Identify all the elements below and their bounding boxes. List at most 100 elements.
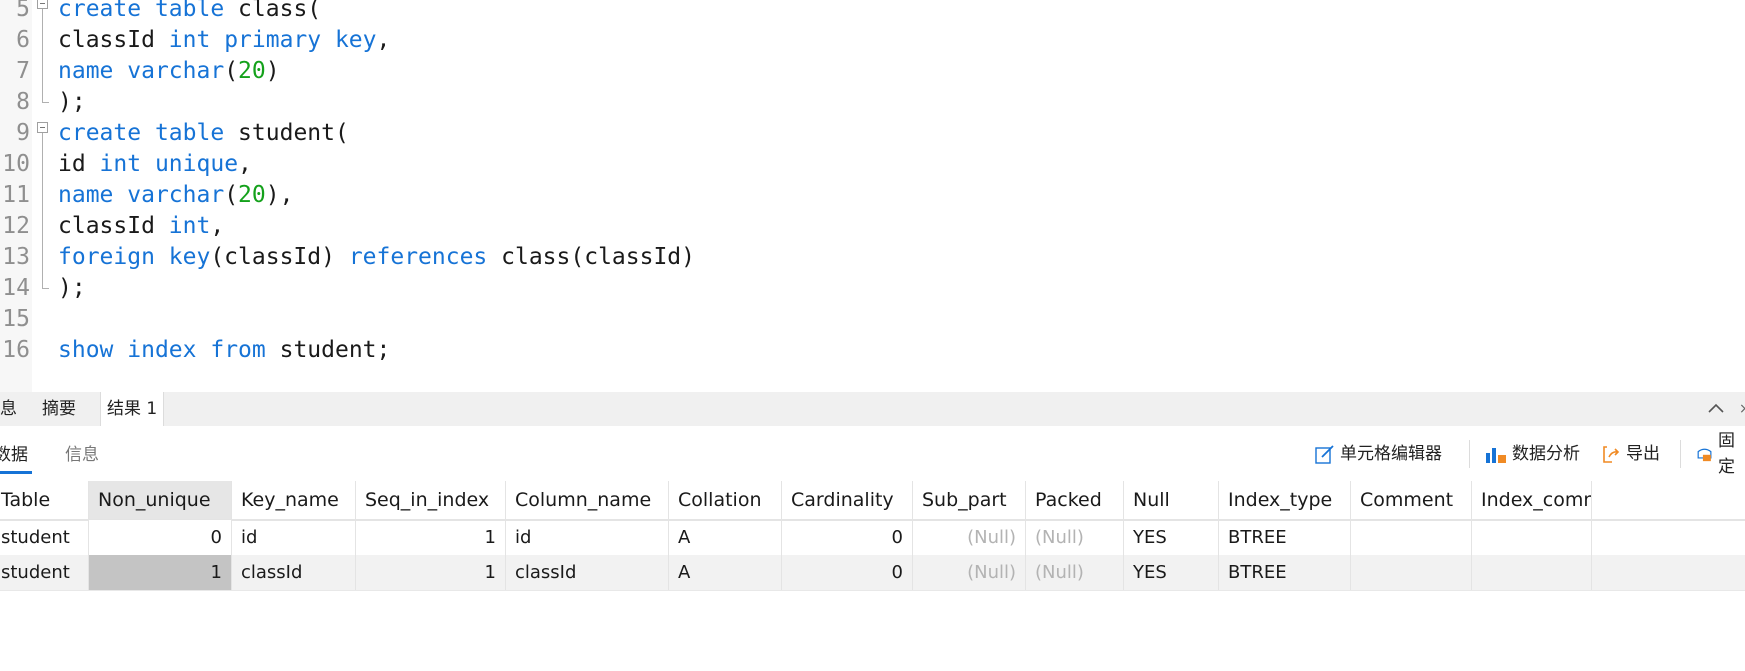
tab-info-panel[interactable]: 信息 [65,440,99,465]
sql-text: classId [58,27,169,53]
sql-text: (classId) [210,244,349,270]
column-header-table[interactable]: Table [0,481,89,519]
table-cell[interactable]: student [0,555,89,590]
sql-keyword: foreign key [58,244,211,270]
table-cell[interactable]: 1 [356,520,506,555]
table-cell[interactable]: student [0,520,89,555]
table-cell[interactable]: YES [1124,520,1219,555]
column-header-seq-in-index[interactable]: Seq_in_index [356,481,506,519]
sql-keyword: create [58,120,142,146]
table-cell[interactable]: classId [506,555,669,590]
code-text: name varchar(20) [58,56,280,87]
fold-guide [37,211,48,242]
fold-toggle-icon[interactable] [37,118,48,149]
table-cell[interactable]: classId [232,555,356,590]
table-cell[interactable]: id [506,520,669,555]
code-line[interactable]: 10 id int unique, [0,149,1745,180]
export-button[interactable]: 导出 [1600,441,1660,467]
sql-text: id [58,151,100,177]
table-row[interactable]: student 0 id 1 id A 0 (Null) (Null) YES BTREE [0,520,1745,556]
table-cell[interactable]: 0 [89,520,232,555]
code-line[interactable]: 15 [0,304,1745,335]
table-cell[interactable] [1351,520,1472,555]
table-cell[interactable]: (Null) [913,555,1026,590]
column-header-comment[interactable]: Comment [1351,481,1472,519]
sql-text: , [210,213,225,239]
line-number: 7 [16,58,30,84]
column-header-non-unique[interactable]: Non_unique [89,481,232,519]
column-header-null[interactable]: Null [1124,481,1219,519]
table-row[interactable]: student 1 classId 1 classId A 0 (Null) (Null) YES… [0,555,1745,591]
sql-keyword: unique [154,151,239,177]
tab-data[interactable]: 数据 [0,440,28,465]
code-text: classId int, [58,211,224,242]
sql-keyword: table [154,120,225,146]
data-analysis-button[interactable]: 数据分析 [1484,441,1580,467]
sql-text: ( [224,182,239,208]
column-header-index-type[interactable]: Index_type [1219,481,1351,519]
code-line[interactable]: 12 classId int, [0,211,1745,242]
table-cell[interactable] [1472,555,1592,590]
cell-editor-button[interactable]: 单元格编辑器 [1314,441,1442,467]
code-line[interactable]: 16 show index from student; [0,335,1745,366]
fold-toggle-icon[interactable] [37,0,48,25]
sql-keyword: name [58,58,114,84]
column-header-sub-part[interactable]: Sub_part [913,481,1026,519]
table-cell[interactable]: BTREE [1219,555,1351,590]
table-cell[interactable]: 1 [356,555,506,590]
table-cell[interactable]: BTREE [1219,520,1351,555]
code-line[interactable]: 7 name varchar(20) [0,56,1745,87]
code-text: ); [58,273,86,304]
toolbar-divider [1680,440,1681,468]
table-cell[interactable]: (Null) [913,520,1026,555]
column-header-index-comment[interactable]: Index_comment [1472,481,1592,519]
close-icon[interactable]: × [1739,400,1745,418]
fold-guide [37,273,49,304]
code-line[interactable]: 6 classId int primary key, [0,25,1745,56]
chevron-up-icon[interactable] [1707,400,1725,418]
sql-keyword: name [58,182,114,208]
table-cell[interactable] [1351,555,1472,590]
result-grid[interactable]: Table Non_unique Key_name Seq_in_index Colum… [0,481,1745,671]
code-line[interactable]: 13 foreign key(classId) references class(… [0,242,1745,273]
table-cell[interactable] [1472,520,1592,555]
code-line[interactable]: 11 name varchar(20), [0,180,1745,211]
column-header-key-name[interactable]: Key_name [232,481,356,519]
tab-summary[interactable]: 摘要 [36,392,82,426]
table-cell[interactable]: YES [1124,555,1219,590]
pin-button[interactable]: 固定 [1695,431,1745,477]
sql-editor[interactable]: 5 create table class(6 classId int primary… [0,0,1745,392]
code-line[interactable]: 9 create table student( [0,118,1745,149]
sql-keyword: table [154,0,225,22]
sql-keyword: int [99,151,142,177]
table-cell[interactable]: A [669,520,782,555]
table-cell[interactable]: 0 [782,520,913,555]
table-cell[interactable]: (Null) [1026,520,1124,555]
sql-keyword: from [210,337,266,363]
sql-text: student; [265,337,391,363]
line-number: 12 [2,213,30,239]
column-header-column-name[interactable]: Column_name [506,481,669,519]
column-header-cardinality[interactable]: Cardinality [782,481,913,519]
sql-keyword: create [58,0,142,22]
code-line[interactable]: 14); [0,273,1745,304]
grid-header: Table Non_unique Key_name Seq_in_index Colum… [0,481,1745,521]
table-cell[interactable]: A [669,555,782,590]
table-cell[interactable]: (Null) [1026,555,1124,590]
table-cell[interactable]: 0 [782,555,913,590]
table-cell[interactable]: id [232,520,356,555]
column-header-packed[interactable]: Packed [1026,481,1124,519]
tab-result-1[interactable]: 结果 1 [100,392,165,427]
code-line[interactable]: 5 create table class( [0,0,1745,25]
code-line[interactable]: 8); [0,87,1745,118]
export-label: 导出 [1626,444,1660,464]
column-header-collation[interactable]: Collation [669,481,782,519]
tab-info[interactable]: 息 [0,392,23,426]
table-cell[interactable]: 1 [89,555,232,590]
sql-keyword: show [58,337,114,363]
